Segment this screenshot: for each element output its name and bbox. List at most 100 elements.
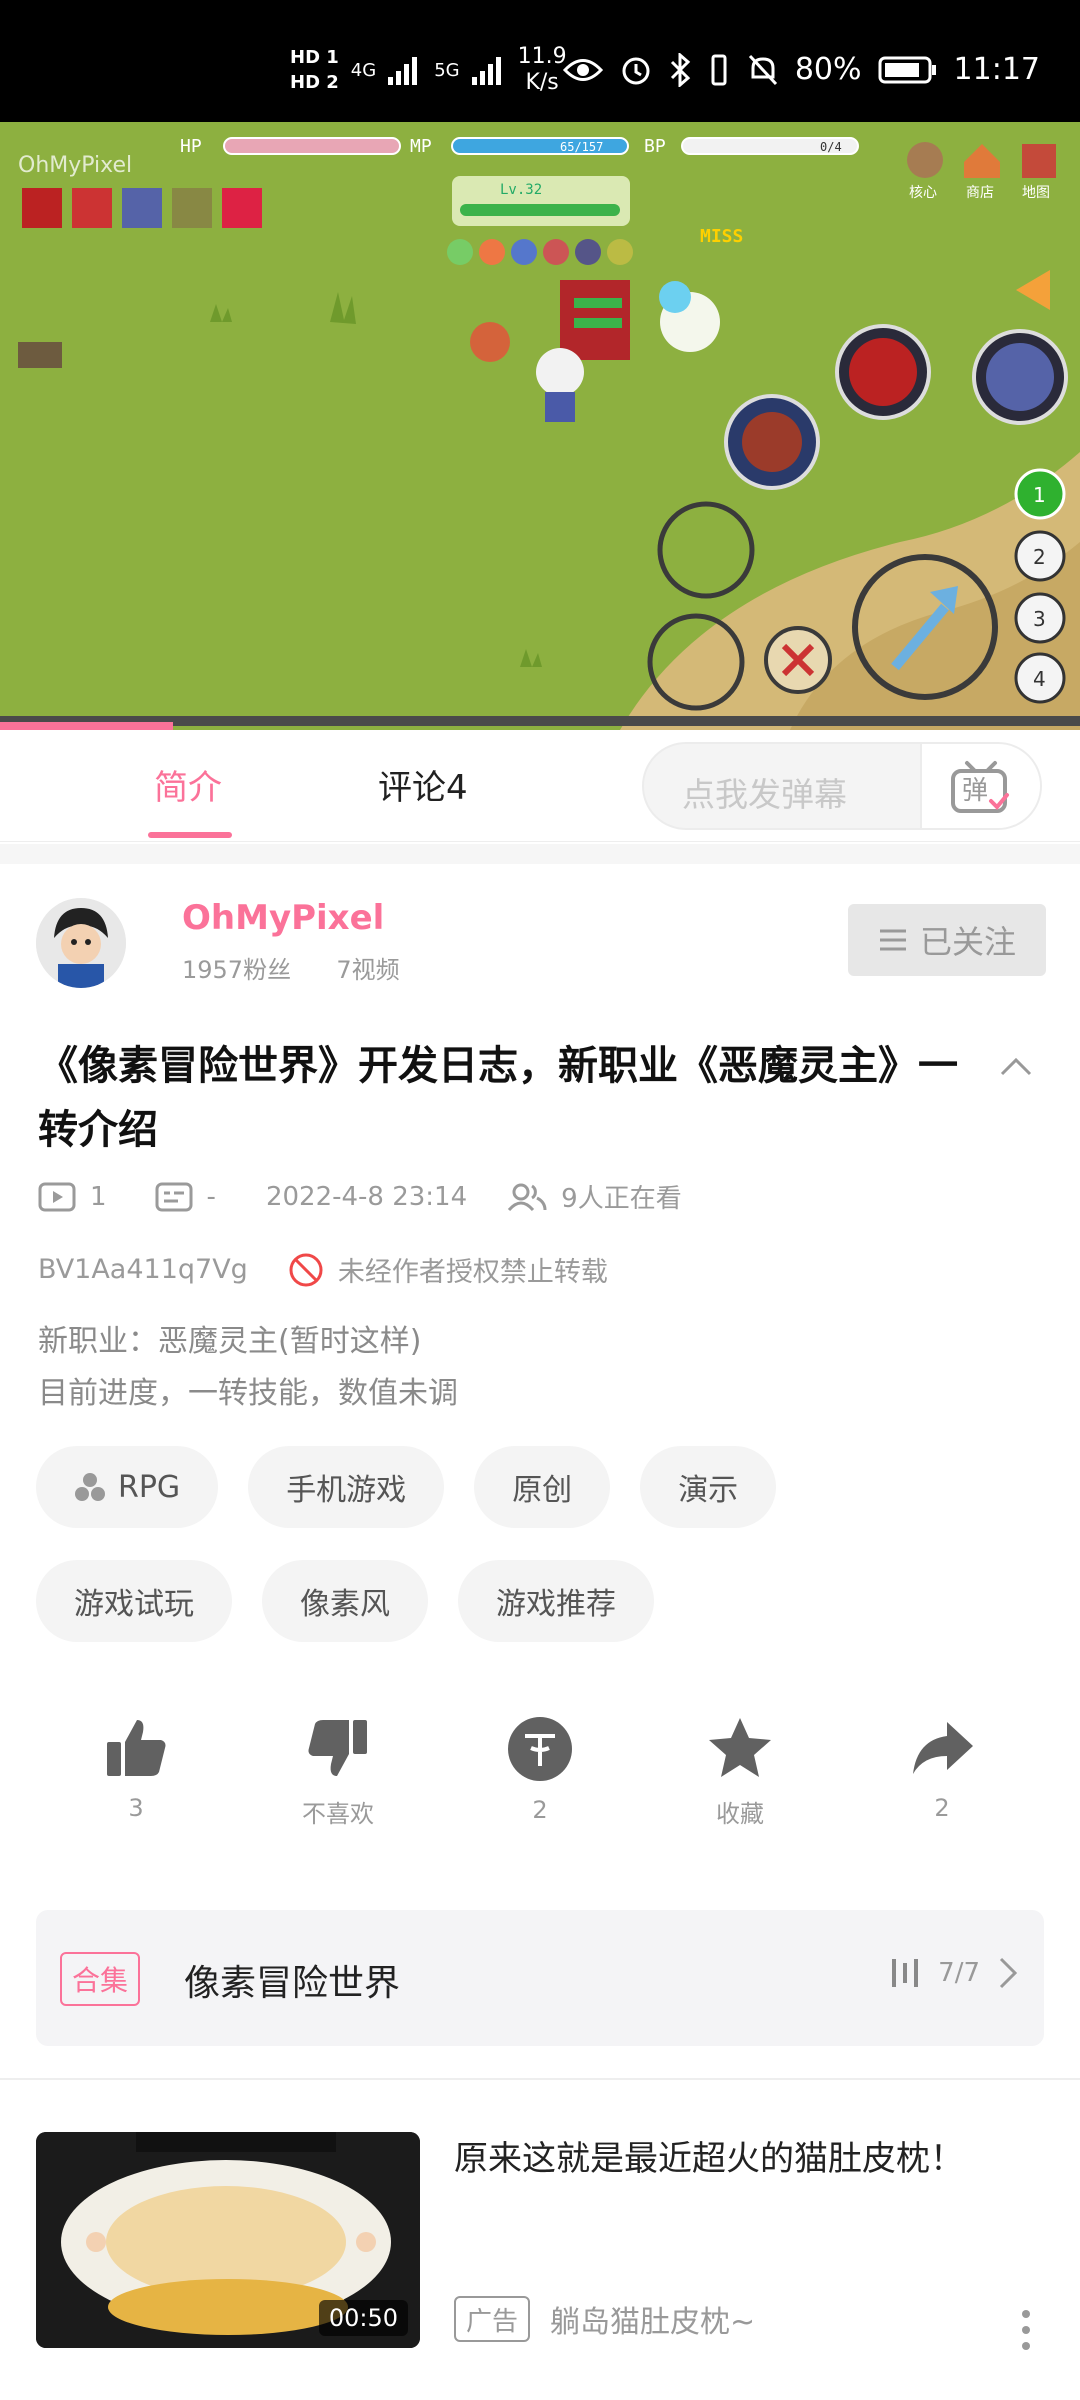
recommended-title: 原来这就是最近超火的猫肚皮枕！	[454, 2139, 964, 2179]
signal-icon	[388, 57, 418, 85]
skill-slot-3[interactable]: 3	[1014, 592, 1066, 644]
thumbs-up-icon	[107, 1720, 166, 1776]
skill-button-fist[interactable]	[724, 394, 820, 490]
uploader-videos: 7视频	[336, 956, 400, 984]
collapse-chevron-icon[interactable]	[996, 1048, 1036, 1088]
tab-intro[interactable]: 简介	[154, 760, 222, 809]
avatar[interactable]	[36, 898, 126, 988]
danmaku-placeholder: 点我发弹幕	[682, 775, 847, 814]
uploader-row: OhMyPixel 1957粉丝 7视频 已关注	[36, 898, 1046, 988]
speed-value: 11.9	[517, 44, 567, 69]
tab-bar: 简介 评论4 点我发弹幕 弹	[0, 730, 1080, 842]
favorite-label: 收藏	[716, 1800, 764, 1828]
more-options-icon[interactable]	[1016, 2308, 1036, 2352]
tag-mobile-game[interactable]: 手机游戏	[248, 1446, 445, 1528]
tag-game-trial[interactable]: 游戏试玩	[36, 1560, 232, 1642]
skill-slot-1[interactable]: 1	[1014, 468, 1066, 520]
publish-date: 2022-4-8 23:14	[265, 1181, 468, 1212]
skill-button-demon[interactable]	[835, 324, 931, 420]
danmaku-button-label: 弹	[962, 776, 989, 806]
mp-value: 65/157	[560, 140, 603, 154]
collection-badge: 合集	[60, 1952, 141, 2006]
menu-core-label: 核心	[909, 185, 937, 201]
ad-badge: 广告	[454, 2296, 531, 2342]
uploader-name[interactable]: OhMyPixel	[182, 898, 384, 938]
tag-pixel-style[interactable]: 像素风	[262, 1560, 428, 1642]
tag-demo[interactable]: 演示	[640, 1446, 777, 1528]
skill-button-dragon[interactable]	[972, 329, 1068, 425]
playlist-icon	[892, 1959, 919, 1987]
skill-slot-4[interactable]: 4	[1014, 652, 1066, 704]
status-bar: HD 1 HD 2 4G 5G 11.9 K/s 80% 11:17	[0, 0, 1080, 122]
recommended-thumbnail[interactable]: 00:50	[36, 2132, 420, 2348]
description-line-1: 新职业：恶魔灵主(暂时这样)	[38, 1324, 422, 1359]
share-count: 2	[934, 1794, 950, 1822]
video-meta-row: 1 - 2022-4-8 23:14 9人正在看	[38, 1178, 682, 1215]
hp-label: HP	[180, 136, 202, 157]
section-separator	[0, 2078, 1080, 2080]
miss-label: MISS	[700, 226, 743, 247]
cancel-button[interactable]	[764, 626, 832, 694]
tag-original[interactable]: 原创	[474, 1446, 611, 1528]
danmaku-input[interactable]: 点我发弹幕 弹	[642, 742, 1042, 830]
coin-count: 2	[532, 1796, 548, 1824]
battery-icon	[878, 56, 936, 83]
video-duration: 00:50	[318, 2300, 408, 2336]
coin-button[interactable]: 2	[480, 1716, 600, 1824]
dislike-button[interactable]: 不喜欢	[278, 1716, 398, 1829]
tag-label: 演示	[678, 1473, 739, 1508]
favorite-button[interactable]: 收藏	[680, 1716, 800, 1829]
action-bar: 3 不喜欢 2 收藏 2	[0, 1716, 1080, 1846]
forbidden-icon	[289, 1253, 323, 1286]
video-player[interactable]: HP MP 65/157 BP 0/4 OhMyPixel 核心 商店 地图 L…	[0, 122, 1080, 730]
ad-row: 广告 躺岛猫肚皮枕~	[454, 2296, 755, 2342]
collection-card[interactable]: 合集 像素冒险世界 7/7	[36, 1910, 1044, 2046]
menu-icon	[879, 929, 906, 951]
net1-label: 4G	[350, 59, 377, 81]
signal-icon-2	[471, 57, 501, 85]
skill-slot-2-label: 2	[1033, 545, 1046, 569]
tab-comments[interactable]: 评论4	[378, 760, 468, 809]
net2-label: 5G	[434, 59, 460, 81]
target-panel: Lv.32	[452, 176, 630, 226]
tag-game-recommend[interactable]: 游戏推荐	[458, 1560, 654, 1642]
tag-label: 像素风	[300, 1587, 390, 1622]
skill-slot-2[interactable]: 2	[1014, 530, 1066, 582]
menu-shop-label: 商店	[966, 185, 994, 201]
tag-label: RPG	[118, 1469, 181, 1505]
battery-percent: 80%	[794, 52, 862, 87]
watching-count: 9人正在看	[561, 1184, 682, 1214]
mp-label: MP	[410, 136, 432, 157]
like-button[interactable]: 3	[76, 1716, 196, 1822]
sim2-label: HD 2	[290, 72, 339, 93]
mute-icon	[748, 54, 777, 85]
bp-value: 0/4	[820, 140, 842, 154]
tag-label: 手机游戏	[286, 1473, 407, 1508]
skill-slot-1-label: 1	[1033, 483, 1046, 507]
video-description: 新职业：恶魔灵主(暂时这样) 目前进度，一转技能，数值未调	[38, 1316, 458, 1420]
copyright-notice: 未经作者授权禁止转载	[337, 1257, 608, 1288]
tag-row-1: RPG 手机游戏 原创 演示	[36, 1446, 1056, 1528]
uploader-stats: 1957粉丝 7视频	[182, 950, 400, 985]
coin-icon	[508, 1717, 572, 1781]
menu-map-label: 地图	[1022, 185, 1050, 201]
bvid[interactable]: BV1Aa411q7Vg	[38, 1254, 248, 1285]
tag-rpg[interactable]: RPG	[36, 1446, 219, 1528]
section-divider	[0, 844, 1080, 864]
vibrate-icon	[711, 54, 727, 85]
bp-label: BP	[644, 136, 666, 157]
share-arrow-icon	[913, 1722, 973, 1774]
recommended-video[interactable]: 00:50 原来这就是最近超火的猫肚皮枕！ 广告 躺岛猫肚皮枕~	[36, 2132, 1044, 2350]
game-screen[interactable]: HP MP 65/157 BP 0/4 OhMyPixel 核心 商店 地图 L…	[0, 122, 1080, 730]
dislike-label: 不喜欢	[302, 1800, 374, 1828]
collection-progress: 7/7	[890, 1956, 1018, 1990]
watermark: OhMyPixel	[18, 153, 132, 178]
uploader-fans: 1957粉丝	[182, 956, 292, 984]
channel-icon	[75, 1473, 105, 1501]
share-button[interactable]: 2	[882, 1716, 1002, 1822]
danmaku-toggle-button[interactable]: 弹	[920, 744, 1040, 828]
tag-label: 游戏试玩	[74, 1587, 194, 1622]
tag-label: 原创	[512, 1473, 573, 1508]
video-progress-bar[interactable]	[0, 722, 173, 730]
follow-button[interactable]: 已关注	[848, 904, 1046, 976]
